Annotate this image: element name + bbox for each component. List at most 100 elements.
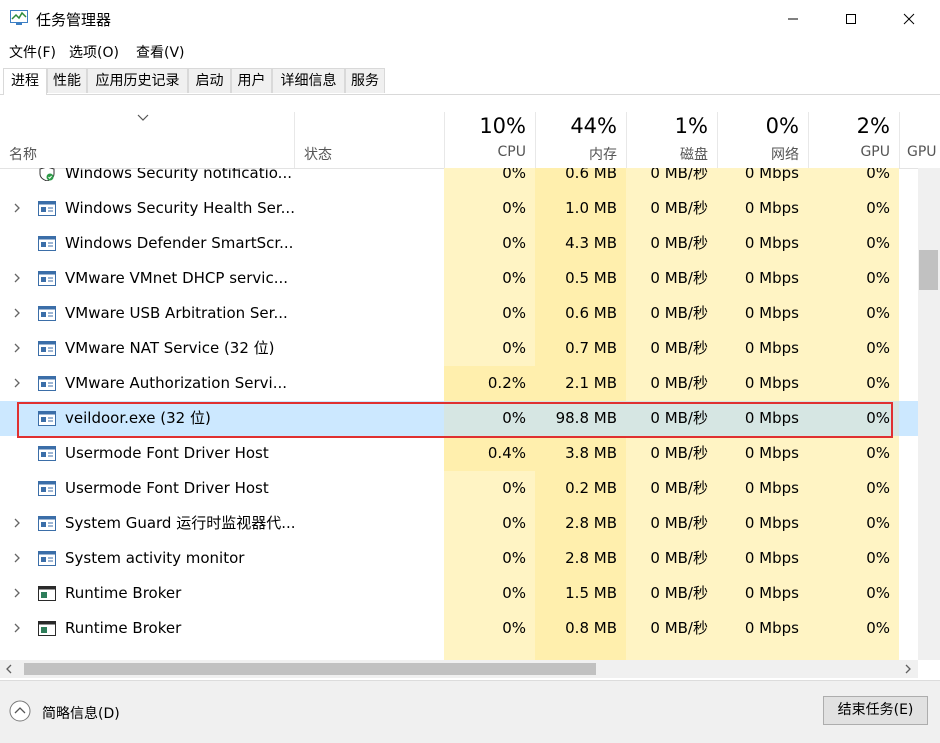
network-value: 0 Mbps bbox=[717, 331, 808, 366]
disk-value: 0 MB/秒 bbox=[626, 366, 717, 401]
process-name: Runtime Broker bbox=[65, 584, 182, 602]
memory-value: 2.1 MB bbox=[535, 366, 626, 401]
partial-cell bbox=[444, 646, 535, 660]
expand-chevron-icon[interactable] bbox=[11, 272, 23, 284]
window-title: 任务管理器 bbox=[36, 11, 112, 29]
column-header: 名称 状态 10% CPU 44% 内存 1% 磁盘 0% 网络 2% GPU … bbox=[0, 112, 940, 169]
header-disk[interactable]: 1% 磁盘 bbox=[626, 112, 717, 168]
process-row[interactable]: VMware USB Arbitration Ser... 0% 0.6 MB 0 M… bbox=[0, 296, 918, 331]
menu-view[interactable]: 查看(V) bbox=[136, 42, 185, 62]
expand-chevron-icon[interactable] bbox=[11, 622, 23, 634]
expand-chevron-icon[interactable] bbox=[11, 377, 23, 389]
close-button[interactable] bbox=[880, 0, 938, 38]
gpu-value: 0% bbox=[808, 611, 899, 646]
service-icon bbox=[38, 341, 56, 356]
gpu-value: 0% bbox=[808, 366, 899, 401]
service-icon bbox=[38, 271, 56, 286]
header-cpu[interactable]: 10% CPU bbox=[444, 112, 535, 168]
service-icon bbox=[38, 446, 56, 461]
disk-value: 0 MB/秒 bbox=[626, 541, 717, 576]
gpu-value: 0% bbox=[808, 331, 899, 366]
end-task-button[interactable]: 结束任务(E) bbox=[823, 696, 928, 725]
partial-cell bbox=[717, 646, 808, 660]
process-row[interactable]: Windows Security notificatio... 0% 0.6 MB 0… bbox=[0, 168, 918, 191]
process-row[interactable]: Windows Security Health Ser... 0% 1.0 MB 0 … bbox=[0, 191, 918, 226]
minimize-button[interactable] bbox=[764, 0, 822, 38]
expand-chevron-icon[interactable] bbox=[11, 342, 23, 354]
memory-value: 0.5 MB bbox=[535, 261, 626, 296]
cpu-value: 0% bbox=[444, 331, 535, 366]
vertical-scroll-thumb[interactable] bbox=[919, 250, 938, 290]
expand-chevron-icon[interactable] bbox=[11, 307, 23, 319]
header-gpu-engine[interactable]: GPU bbox=[899, 112, 940, 168]
vertical-scrollbar[interactable] bbox=[918, 168, 940, 660]
gpu-value: 0% bbox=[808, 226, 899, 261]
network-value: 0 Mbps bbox=[717, 191, 808, 226]
process-row[interactable]: Usermode Font Driver Host 0% 0.2 MB 0 MB/秒 0… bbox=[0, 471, 918, 506]
cpu-value: 0.4% bbox=[444, 436, 535, 471]
cpu-value: 0% bbox=[444, 576, 535, 611]
scroll-left-icon[interactable] bbox=[4, 663, 14, 675]
process-row[interactable]: System Guard 运行时监视器代... 0% 2.8 MB 0 MB/秒 0 M… bbox=[0, 506, 918, 541]
tab-processes[interactable]: 进程 bbox=[3, 68, 47, 95]
process-name: Windows Defender SmartScr... bbox=[65, 234, 294, 252]
process-row[interactable]: Runtime Broker 0% 1.5 MB 0 MB/秒 0 Mbps 0% bbox=[0, 576, 918, 611]
maximize-button[interactable] bbox=[822, 0, 880, 38]
expand-chevron-icon[interactable] bbox=[11, 587, 23, 599]
process-row[interactable]: Usermode Font Driver Host 0.4% 3.8 MB 0 MB/… bbox=[0, 436, 918, 471]
scroll-right-icon[interactable] bbox=[903, 663, 913, 675]
title-bar: 任务管理器 bbox=[0, 0, 940, 38]
header-network[interactable]: 0% 网络 bbox=[717, 112, 808, 168]
network-value: 0 Mbps bbox=[717, 541, 808, 576]
gpu-value: 0% bbox=[808, 261, 899, 296]
highlight-box bbox=[17, 402, 893, 438]
process-row[interactable]: Windows Defender SmartScr... 0% 4.3 MB 0 MB… bbox=[0, 226, 918, 261]
partial-cell bbox=[535, 646, 626, 660]
header-memory-label: 内存 bbox=[589, 147, 617, 163]
header-memory[interactable]: 44% 内存 bbox=[535, 112, 626, 168]
tab-app-history[interactable]: 应用历史记录 bbox=[87, 68, 188, 93]
tab-startup[interactable]: 启动 bbox=[188, 68, 231, 93]
menu-bar: 文件(F) 选项(O) 查看(V) bbox=[0, 38, 940, 64]
header-status[interactable]: 状态 bbox=[294, 112, 444, 168]
network-value: 0 Mbps bbox=[717, 296, 808, 331]
tab-details[interactable]: 详细信息 bbox=[272, 68, 345, 93]
cpu-value: 0% bbox=[444, 541, 535, 576]
header-name[interactable]: 名称 bbox=[0, 112, 294, 168]
header-gpu[interactable]: 2% GPU bbox=[808, 112, 899, 168]
process-row[interactable]: VMware Authorization Servi... 0.2% 2.1 MB 0… bbox=[0, 366, 918, 401]
header-cpu-pct: 10% bbox=[479, 114, 526, 138]
header-gpu-engine-label: GPU bbox=[907, 144, 937, 160]
header-cpu-label: CPU bbox=[497, 144, 526, 160]
expand-chevron-icon[interactable] bbox=[11, 202, 23, 214]
disk-value: 0 MB/秒 bbox=[626, 576, 717, 611]
network-value: 0 Mbps bbox=[717, 168, 808, 191]
tab-services[interactable]: 服务 bbox=[345, 68, 385, 93]
service-icon bbox=[38, 201, 56, 216]
header-network-pct: 0% bbox=[765, 114, 799, 138]
process-row[interactable]: Runtime Broker 0% 0.8 MB 0 MB/秒 0 Mbps 0% bbox=[0, 611, 918, 646]
memory-value: 4.3 MB bbox=[535, 226, 626, 261]
gpu-value: 0% bbox=[808, 168, 899, 191]
disk-value: 0 MB/秒 bbox=[626, 261, 717, 296]
cpu-value: 0.2% bbox=[444, 366, 535, 401]
horizontal-scroll-thumb[interactable] bbox=[24, 663, 596, 675]
tab-performance[interactable]: 性能 bbox=[47, 68, 87, 93]
header-disk-pct: 1% bbox=[674, 114, 708, 138]
gpu-value: 0% bbox=[808, 576, 899, 611]
menu-file[interactable]: 文件(F) bbox=[9, 42, 56, 62]
process-row[interactable]: VMware NAT Service (32 位) 0% 0.7 MB 0 MB/秒 0… bbox=[0, 331, 918, 366]
fewer-details-label: 简略信息(D) bbox=[42, 706, 120, 722]
expand-chevron-icon[interactable] bbox=[11, 517, 23, 529]
sort-chevron-icon bbox=[137, 114, 149, 121]
cpu-value: 0% bbox=[444, 226, 535, 261]
process-row[interactable]: System activity monitor 0% 2.8 MB 0 MB/秒 0 M… bbox=[0, 541, 918, 576]
network-value: 0 Mbps bbox=[717, 261, 808, 296]
process-name: VMware Authorization Servi... bbox=[65, 374, 287, 392]
menu-options[interactable]: 选项(O) bbox=[69, 42, 119, 62]
tab-users[interactable]: 用户 bbox=[231, 68, 272, 93]
process-row[interactable]: VMware VMnet DHCP servic... 0% 0.5 MB 0 MB/… bbox=[0, 261, 918, 296]
partial-cell bbox=[808, 646, 899, 660]
service-icon bbox=[38, 376, 56, 391]
expand-chevron-icon[interactable] bbox=[11, 552, 23, 564]
